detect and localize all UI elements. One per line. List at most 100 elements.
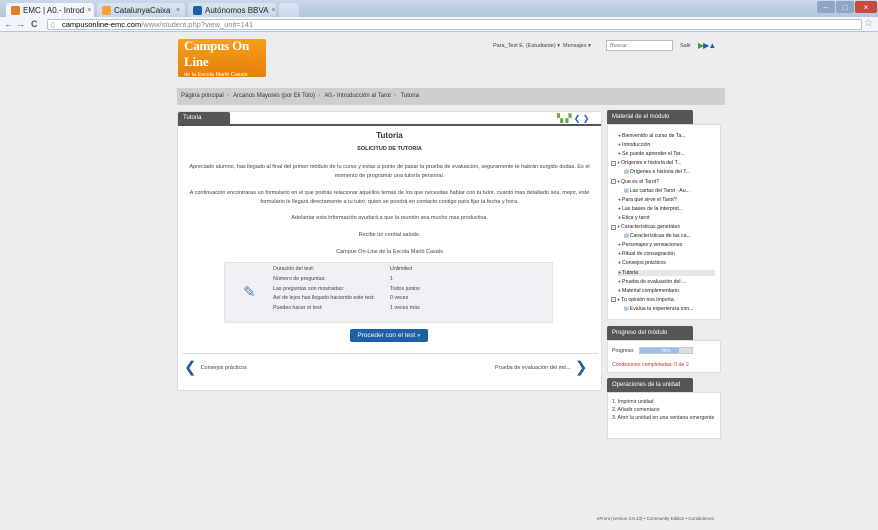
popup-unit-link[interactable]: 3. Abrir la unidad en una ventana emerge… (612, 415, 718, 422)
breadcrumb-home[interactable]: Página principal (181, 93, 224, 99)
user-menu[interactable]: Para_Test E. (Estudiante) ▾ (493, 43, 560, 49)
material-tree-label[interactable]: Las bases de la interpret... (622, 206, 683, 212)
next-unit-link[interactable]: Prueba de evaluación del mó... ❯ (495, 360, 588, 375)
material-tree-label[interactable]: Ritual de consagración (622, 251, 675, 257)
material-tree-item[interactable]: ▤ Características de las ca... (624, 233, 715, 239)
comment-icon[interactable]: ▞ (565, 114, 571, 123)
material-tree-item[interactable]: ▤ Las cartas del Tarot - Au... (624, 188, 715, 194)
close-tab-icon[interactable]: × (271, 7, 275, 14)
next-unit-label[interactable]: Prueba de evaluación del mó... (495, 365, 571, 371)
material-tree-item[interactable]: ● Ética y tarot (618, 215, 715, 221)
unit-icon: ● (618, 278, 622, 285)
address-bar-row: ← → C ▯ campusonline-emc.com/www/student.… (0, 17, 878, 32)
greeting-paragraph: Recibe un cordial saludo. (358, 232, 421, 238)
new-tab-button[interactable] (279, 3, 299, 17)
collapse-icon[interactable]: − (611, 224, 616, 230)
material-tree-label[interactable]: Características de las ca... (630, 233, 691, 239)
material-tree-label[interactable]: Para qué sirve el Tarot? (622, 197, 677, 203)
close-tab-icon[interactable]: × (87, 7, 91, 14)
print-icon[interactable]: ▚ (557, 114, 563, 123)
up-icon[interactable]: ▲ (708, 41, 716, 50)
reload-icon[interactable]: C (31, 19, 38, 29)
print-unit-link[interactable]: 1. Imprimir unidad (612, 399, 718, 406)
campus-logo[interactable]: Campus On Line de la Escola Marlò Casals (178, 38, 266, 78)
info-value: Unlimited (390, 266, 413, 272)
material-tree-label[interactable]: Evalúa tu experiencia con... (630, 306, 694, 312)
messages-menu[interactable]: Mensajes ▾ (563, 43, 591, 49)
proceed-test-button[interactable]: Proceder con el test » (350, 329, 428, 342)
unit-icon: ● (618, 142, 622, 149)
maximize-icon[interactable]: □ (836, 1, 854, 13)
collapse-icon[interactable]: − (611, 297, 616, 303)
material-tree-label[interactable]: Introducción (622, 142, 650, 148)
operations-header: Operaciones de la unidad (607, 378, 693, 392)
divider (182, 353, 598, 354)
material-tree-label[interactable]: Bienvenido al curso de Ta... (622, 133, 686, 139)
material-tree-item[interactable]: ● Consejos prácticos (618, 260, 715, 266)
browser-tab-emc[interactable]: EMC | A0.- Introd × (6, 3, 94, 17)
footer: eFront (version 3.6.13) • Community Edit… (597, 516, 714, 521)
catalunyacaixa-favicon-icon (102, 5, 111, 15)
material-tree-label[interactable]: Prueba de evaluación del ... (622, 279, 686, 285)
material-tree-item[interactable]: ▤ Orígenes e historia del T... (624, 169, 715, 175)
browser-tab-bbva[interactable]: Autónomos BBVA × (188, 3, 276, 17)
previous-unit-label[interactable]: Consejos prácticos (201, 365, 247, 371)
page-title: Tutoria (376, 131, 403, 140)
material-tree-item[interactable]: ● Ritual de consagración (618, 251, 715, 257)
collapse-icon[interactable]: − (611, 160, 616, 166)
material-tree-item[interactable]: ● Las bases de la interpret... (618, 206, 715, 212)
material-tree-label[interactable]: Ética y tarot (622, 215, 649, 221)
material-tree-label[interactable]: Que es el Tarot? (621, 179, 659, 185)
previous-unit-link[interactable]: ❮ Consejos prácticos (184, 360, 247, 375)
breadcrumb-course[interactable]: Arcanos Mayores (por Eli Tolo) (233, 93, 315, 99)
material-tree-item[interactable]: − ● Que es el Tarot? (611, 179, 715, 185)
material-tree-item[interactable]: ● Prueba de evaluación del ... (618, 279, 715, 285)
url-input[interactable]: ▯ campusonline-emc.com/www/student.php?vi… (47, 19, 862, 30)
document-icon: ▤ (624, 187, 629, 194)
url-path: /www/student.php?view_unit=141 (141, 20, 254, 29)
material-tree-item[interactable]: ▤ Evalúa tu experiencia con... (624, 306, 715, 312)
info-value: Todos juntos (390, 286, 420, 292)
material-tree-label[interactable]: Se puede aprender el Tar... (622, 151, 685, 157)
material-tree-label[interactable]: Material complementario. (622, 288, 680, 294)
browser-tab-title: EMC | A0.- Introd (23, 5, 85, 15)
material-tree-label[interactable]: Tu opinión nos importa. (621, 297, 675, 303)
add-comment-link[interactable]: 2. Añadir comentario (612, 407, 718, 414)
material-tree-item[interactable]: − ● Características generales (611, 224, 715, 230)
material-tree-label[interactable]: Orígenes e historia del T... (621, 160, 681, 166)
material-tree-label[interactable]: Características generales (621, 224, 680, 230)
material-tree-item[interactable]: ● Se puede aprender el Tar... (618, 151, 715, 157)
previous-unit-icon[interactable]: ❮ (574, 114, 581, 123)
info-value: 1 veces más (390, 305, 420, 311)
close-window-icon[interactable]: × (855, 1, 877, 13)
minimize-icon[interactable]: – (817, 1, 835, 13)
document-icon: ▤ (624, 233, 629, 240)
material-tree-item[interactable]: ● Para qué sirve el Tarot? (618, 197, 715, 203)
material-tree-label[interactable]: Orígenes e historia del T... (630, 169, 690, 175)
previous-arrow-icon[interactable]: ❮ (184, 360, 197, 375)
material-tree-item[interactable]: ● Material complementario. (618, 288, 715, 294)
unit-icon: ● (617, 224, 621, 230)
material-tree-item[interactable]: ● Tutoria (618, 269, 715, 276)
material-tree-label[interactable]: Personajes y sensaciones (622, 242, 682, 248)
material-tree-item[interactable]: − ● Tu opinión nos importa. (611, 297, 715, 303)
material-tree-item[interactable]: ● Personajes y sensaciones (618, 242, 715, 248)
tab-tutoria[interactable]: Tutoria (178, 112, 230, 124)
material-tree-item[interactable]: − ● Orígenes e historia del T... (611, 160, 715, 166)
breadcrumb-module[interactable]: A0.- Introducción al Tarot (324, 93, 391, 99)
material-tree-item[interactable]: ● Bienvenido al curso de Ta... (618, 133, 715, 139)
material-tree-label[interactable]: Tutoria (622, 270, 638, 276)
search-input[interactable] (606, 40, 673, 51)
material-tree-label[interactable]: Las cartas del Tarot - Au... (630, 188, 690, 194)
bookmark-star-icon[interactable]: ☆ (864, 19, 873, 29)
logout-link[interactable]: Salir (680, 43, 691, 49)
material-tree-item[interactable]: ● Introducción (618, 142, 715, 148)
browser-tab-catalunyacaixa[interactable]: CatalunyaCaixa × (97, 3, 185, 17)
close-tab-icon[interactable]: × (176, 7, 180, 14)
collapse-icon[interactable]: − (611, 179, 616, 184)
material-tree-label[interactable]: Consejos prácticos (622, 260, 666, 266)
back-icon[interactable]: ← (4, 19, 13, 29)
next-unit-icon[interactable]: ❯ (583, 114, 590, 123)
next-arrow-icon[interactable]: ❯ (575, 360, 588, 375)
forward-icon[interactable]: → (16, 19, 25, 29)
